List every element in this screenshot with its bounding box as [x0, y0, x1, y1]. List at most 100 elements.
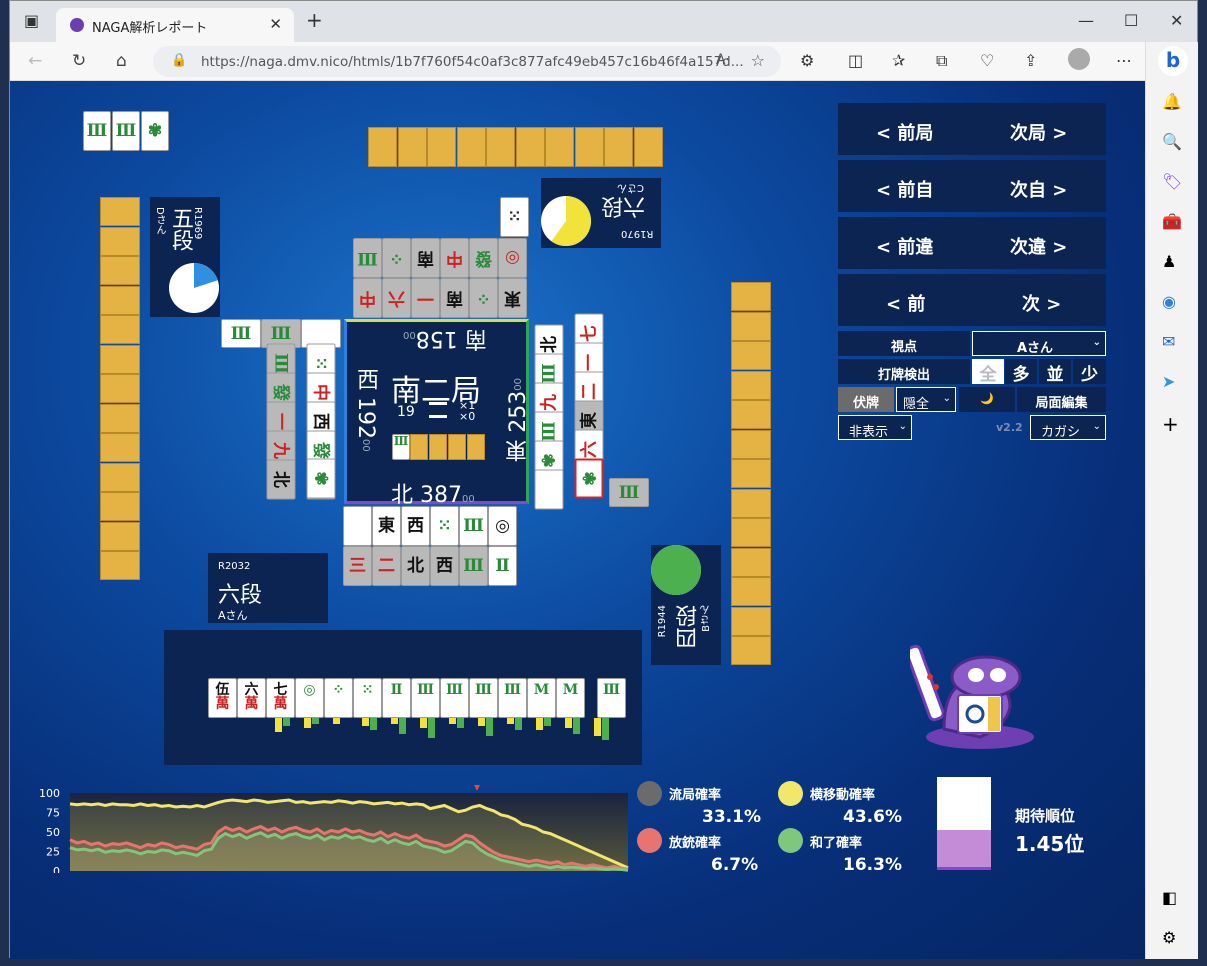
home-icon[interactable]: ⌂	[116, 51, 127, 71]
next-self-button[interactable]: 次自 >	[1010, 176, 1067, 202]
hand-tile[interactable]: Ⅲ	[469, 678, 498, 718]
dora-indicator-tile: Ⅲ	[392, 434, 410, 460]
game-area: ⅢⅢ✾⁙Ⅲ⁘南中發◎中六一南⁘東ⅢⅢ⁙中西發西Ⅲ發一九北✾北Ⅲ九Ⅲ✾七一二東六✾…	[10, 81, 1145, 959]
office-icon[interactable]: ◉	[1162, 292, 1176, 311]
games-icon[interactable]: ♟	[1162, 252, 1176, 271]
tab-title: NAGA解析レポート	[92, 21, 208, 36]
south-score: 南 15800	[403, 326, 487, 351]
character-select[interactable]: カガシ ⌄	[1030, 415, 1106, 440]
edit-board-button[interactable]: 局面編集	[1017, 387, 1106, 412]
hand-tile[interactable]: Ⅲ	[411, 678, 440, 718]
bing-copilot-icon[interactable]: b	[1158, 46, 1188, 76]
hand-eval-bar	[312, 718, 319, 724]
favorite-star-icon[interactable]: ☆	[751, 51, 765, 70]
extensions-icon[interactable]: ⚙	[800, 51, 814, 70]
top-player-rating: R1970	[621, 228, 654, 239]
right-player-name: Bさん	[701, 605, 712, 632]
meld-tile: ✾	[141, 111, 169, 151]
hand-tile[interactable]: ⁙	[353, 678, 382, 718]
version-label: v2.2	[996, 421, 1023, 434]
right-player-rating: R1944	[657, 605, 668, 638]
detect-option-many[interactable]: 多	[1005, 359, 1037, 385]
next-diff-button[interactable]: 次違 >	[1010, 233, 1067, 259]
hand-tile[interactable]: ◎	[295, 678, 324, 718]
outlook-icon[interactable]: ✉	[1162, 332, 1175, 351]
diff-nav-row: < 前違 次違 >	[838, 217, 1106, 269]
hand-eval-bar	[420, 718, 427, 728]
wall-tile-back	[100, 374, 140, 403]
wall-tile-back	[100, 551, 140, 580]
hand-tile[interactable]: M	[527, 678, 556, 718]
detect-option-all[interactable]: 全	[972, 359, 1004, 385]
hand-tile[interactable]: 六萬	[237, 678, 266, 718]
share-icon[interactable]: ⇪	[1024, 51, 1037, 70]
tab-actions-icon[interactable]: ▣	[24, 11, 39, 30]
hand-tile[interactable]: Ⅲ	[498, 678, 527, 718]
discard-tile: Ⅲ	[459, 546, 488, 586]
settings-icon[interactable]: ⚙	[1162, 928, 1176, 947]
next-button[interactable]: 次 >	[1022, 290, 1061, 316]
read-aloud-icon[interactable]: Aᐧ	[716, 52, 729, 68]
prev-self-button[interactable]: < 前自	[876, 176, 933, 202]
tab-naga[interactable]: NAGA解析レポート ✕	[56, 8, 294, 42]
new-tab-icon[interactable]: +	[306, 8, 323, 32]
moon-icon[interactable]: 🌙	[959, 387, 1015, 412]
favorites-icon[interactable]: ✰	[892, 51, 905, 70]
discard-tile dim: ⁙	[500, 197, 529, 237]
tag-icon[interactable]: 🏷	[1162, 172, 1182, 191]
agari-label: 和了確率	[810, 836, 863, 851]
y-tick-label: 25	[46, 846, 60, 859]
hand-tile[interactable]: ⁘	[324, 678, 353, 718]
hand-tile[interactable]: 七萬	[266, 678, 295, 718]
hand-eval-bar	[573, 718, 580, 734]
right-player-pie	[651, 545, 701, 595]
hand-tile[interactable]: Ⅱ	[382, 678, 411, 718]
display-select[interactable]: 非表示 ⌄	[838, 415, 912, 440]
more-menu-icon[interactable]: ⋯	[1116, 51, 1132, 70]
send-icon[interactable]: ➤	[1162, 372, 1175, 391]
wall-tile-back	[604, 127, 633, 167]
west-score: 西 19200	[353, 368, 378, 452]
detect-option-normal[interactable]: 並	[1039, 359, 1071, 385]
chevron-down-icon: ⌄	[1092, 337, 1101, 348]
split-screen-icon[interactable]: ◫	[848, 51, 863, 70]
maximize-icon[interactable]: ☐	[1124, 11, 1138, 30]
prev-button[interactable]: < 前	[886, 290, 925, 316]
sidebar-toggle-icon[interactable]: ◧	[1162, 888, 1177, 907]
prev-diff-button[interactable]: < 前違	[876, 233, 933, 259]
toolbox-icon[interactable]: 🧰	[1162, 212, 1182, 231]
hand-tile[interactable]: M	[556, 678, 585, 718]
hand-tile[interactable]: Ⅲ	[440, 678, 469, 718]
lock-icon: 🔒	[171, 53, 188, 68]
next-round-button[interactable]: 次局 >	[1010, 119, 1067, 145]
top-player-pie	[541, 196, 591, 246]
fuhai-select[interactable]: 隠全 ⌄	[896, 387, 956, 412]
close-tab-icon[interactable]: ✕	[269, 15, 282, 33]
search-icon[interactable]: 🔍	[1162, 132, 1182, 151]
back-icon[interactable]: ←	[28, 51, 42, 71]
hand-eval-bar	[507, 718, 514, 724]
prev-round-button[interactable]: < 前局	[876, 119, 933, 145]
fuhai-button[interactable]: 伏牌	[838, 387, 894, 412]
minimize-icon[interactable]: —	[1078, 11, 1094, 30]
detect-option-few[interactable]: 少	[1073, 359, 1106, 385]
add-icon[interactable]: +	[1162, 412, 1179, 436]
left-player-rank: 五段	[168, 207, 193, 251]
collections-icon[interactable]: ⧉	[936, 51, 947, 71]
viewpoint-select[interactable]: Aさん ⌄	[972, 331, 1106, 356]
url-field[interactable]: 🔒 https://naga.dmv.nico/htmls/1b7f760f54…	[153, 46, 781, 77]
hand-eval-bar	[478, 718, 485, 726]
bell-icon[interactable]: 🔔	[1162, 92, 1182, 111]
hand-tile[interactable]: 伍萬	[208, 678, 237, 718]
browser-sidebar: 🔔 🔍 🏷 🧰 ♟ ◉ ✉ ➤ + ◧ ⚙	[1145, 42, 1198, 959]
hand-tile[interactable]: Ⅲ	[597, 678, 626, 718]
refresh-icon[interactable]: ↻	[72, 51, 86, 71]
discard-tile: 發	[469, 238, 498, 278]
remaining-count: 19	[397, 404, 415, 420]
wall-tile-back	[100, 256, 140, 285]
discard-tile: Ⅲ	[353, 238, 382, 278]
performance-icon[interactable]: ♡	[980, 51, 994, 70]
close-window-icon[interactable]: ✕	[1170, 11, 1183, 30]
discard-tile: 北	[401, 546, 430, 586]
profile-avatar[interactable]	[1068, 48, 1090, 70]
